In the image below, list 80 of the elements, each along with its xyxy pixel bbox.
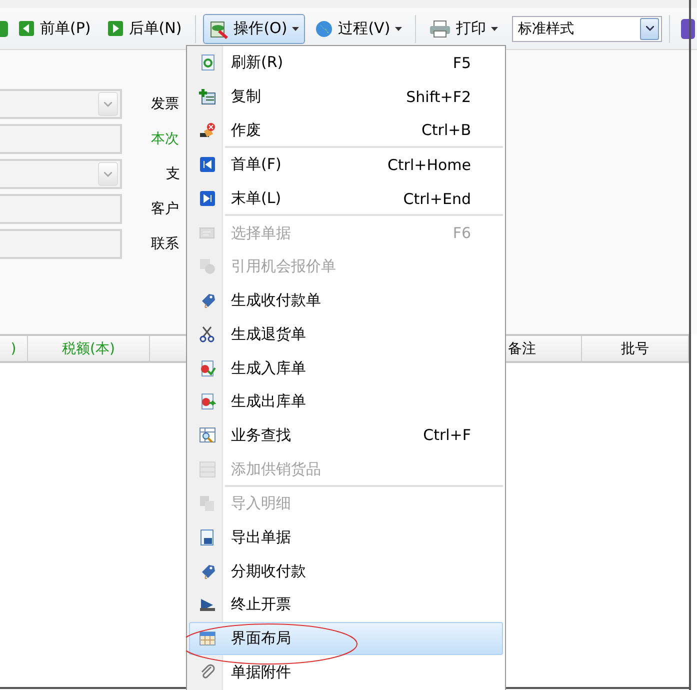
field-label: 本次 xyxy=(151,130,180,149)
document-icon xyxy=(198,393,216,410)
menu-item-label: 业务查找 xyxy=(231,426,292,445)
menu-item[interactable]: 生成出库单 xyxy=(189,384,503,419)
back-icon xyxy=(18,20,35,37)
toolbar-button[interactable]: 前单(P) xyxy=(12,14,97,43)
shortcut-label: Ctrl+F xyxy=(423,426,471,444)
menu-item-label: 终止开票 xyxy=(231,595,292,614)
field-label: 发票 xyxy=(151,95,180,114)
menu-item[interactable]: 导出单据 xyxy=(189,520,503,554)
save-icon xyxy=(198,528,216,546)
menu-item-label: 分期收付款 xyxy=(231,562,307,581)
menu-item[interactable]: 末单(L) Ctrl+End xyxy=(189,182,503,216)
menu-item-label: 作废 xyxy=(231,120,262,140)
first-icon xyxy=(198,156,216,174)
table-search-icon xyxy=(198,426,216,444)
shortcut-label: F6 xyxy=(452,224,471,242)
delete-icon xyxy=(198,122,216,139)
menu-item[interactable]: 界面布局 xyxy=(189,622,503,656)
copy-icon xyxy=(198,495,216,512)
toolbar-button[interactable]: 后单(N) xyxy=(100,14,188,43)
add-list-icon xyxy=(198,88,216,106)
menu-item[interactable]: 首单(F) Ctrl+Home xyxy=(189,148,503,182)
shortcut-label: F5 xyxy=(452,54,471,72)
paperclip-icon xyxy=(198,664,216,681)
menu-item-label: 导入明细 xyxy=(231,494,292,514)
menu-item-label: 末单(L) xyxy=(231,189,282,208)
menu-item[interactable]: 终止开票 xyxy=(189,588,503,622)
field-label: 联系 xyxy=(151,235,180,254)
menu-item-label: 首单(F) xyxy=(231,155,282,174)
dropdown-field[interactable] xyxy=(0,159,122,189)
menu-item-label: 生成入库单 xyxy=(231,358,307,378)
menu-item-label: 导出单据 xyxy=(231,528,292,547)
dropdown-field[interactable] xyxy=(0,89,122,119)
shortcut-label: Ctrl+Home xyxy=(387,156,471,174)
shortcut-label: Ctrl+B xyxy=(421,121,471,140)
tools-icon xyxy=(208,18,229,38)
toolbar-menu-button[interactable]: 操作(O) xyxy=(202,14,306,44)
menu-item[interactable]: 刷新(R) F5 xyxy=(189,46,503,80)
menu-item[interactable]: 业务查找 Ctrl+F xyxy=(189,418,503,452)
input-field[interactable] xyxy=(0,124,122,154)
layout-icon xyxy=(198,630,216,648)
shortcut-label: Ctrl+End xyxy=(403,190,471,208)
menu-item[interactable]: 生成收付款单 xyxy=(189,284,503,318)
menu-item-label: 单据附件 xyxy=(231,662,292,682)
input-field[interactable] xyxy=(0,194,122,224)
menu-item[interactable]: 生成入库单 xyxy=(189,351,503,385)
scanner-icon xyxy=(198,596,216,614)
toolbar-menu-button[interactable]: 过程(V) xyxy=(309,14,408,43)
menu-item[interactable]: 作废 Ctrl+B xyxy=(189,113,503,148)
menu-item-label: 界面布局 xyxy=(231,629,292,648)
menu-item-label: 生成退货单 xyxy=(231,324,307,344)
globe-icon xyxy=(315,20,334,38)
printer-icon xyxy=(429,20,452,38)
field-label: 客户 xyxy=(151,200,180,219)
menu-item[interactable]: 单据附件 xyxy=(189,655,503,690)
menu-item-label: 添加供销货品 xyxy=(231,460,322,479)
menu-item-label: 引用机会报价单 xyxy=(231,257,337,276)
document-icon xyxy=(198,360,216,377)
shortcut-label: Shift+F2 xyxy=(406,88,471,106)
toolbar-menu-button[interactable]: 打印 xyxy=(423,14,504,43)
refresh-icon xyxy=(198,54,216,72)
scissors-icon xyxy=(198,326,216,343)
menu-item-label: 生成出库单 xyxy=(231,392,307,412)
field-label: 支 xyxy=(165,165,180,184)
grid-icon xyxy=(198,460,216,478)
menu-item[interactable]: 生成退货单 xyxy=(189,318,503,352)
caret-icon xyxy=(395,26,402,30)
caret-icon xyxy=(491,26,498,30)
shapes-icon xyxy=(198,258,216,276)
menu-item[interactable]: 复制 Shift+F2 xyxy=(189,80,503,114)
menu-item-label: 复制 xyxy=(231,87,262,106)
menu-item-label: 刷新(R) xyxy=(231,53,284,72)
input-field[interactable] xyxy=(0,229,122,259)
menu-item-label: 选择单据 xyxy=(231,224,292,243)
last-icon xyxy=(198,190,216,208)
menu-item-label: 生成收付款单 xyxy=(231,291,322,310)
caret-icon xyxy=(292,26,300,30)
menu-item[interactable]: 分期收付款 xyxy=(189,554,503,588)
style-dropdown[interactable]: 标准样式 xyxy=(512,16,662,42)
